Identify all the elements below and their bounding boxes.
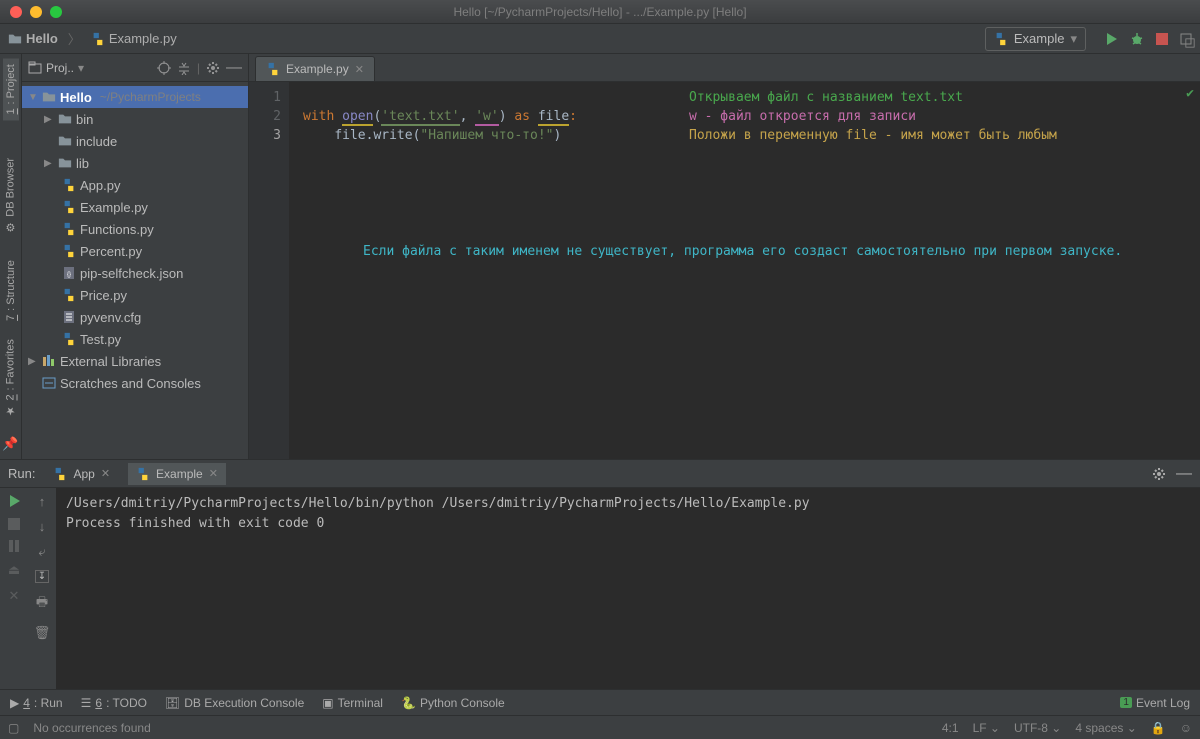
collapse-all-icon[interactable]: [177, 61, 191, 75]
tree-file[interactable]: Percent.py: [22, 240, 248, 262]
tool-python-console[interactable]: 🐍 Python Console: [401, 696, 505, 710]
scroll-to-end-icon[interactable]: ↧: [35, 570, 49, 583]
line-separator[interactable]: LF ⌄: [973, 721, 1000, 735]
window-titlebar: Hello [~/PycharmProjects/Hello] - .../Ex…: [0, 0, 1200, 24]
run-button[interactable]: [1104, 32, 1118, 46]
close-tab-icon[interactable]: ✕: [355, 63, 364, 76]
file-encoding[interactable]: UTF-8 ⌄: [1014, 721, 1061, 735]
stop-button[interactable]: [1156, 33, 1168, 45]
breadcrumb-separator: 〉: [68, 29, 81, 48]
run-tab-example[interactable]: Example✕: [128, 463, 226, 485]
run-tool-window: Run: App✕ Example✕ — ⏏ ✕ ↑ ↓ ⤶ ↧ 🖶 🗑 /: [0, 459, 1200, 689]
run-panel-label: Run:: [8, 466, 35, 481]
bottom-tool-strip: ▶ 4: Run ☰ 6: TODO 🗄 DB Execution Consol…: [0, 689, 1200, 715]
window-minimize[interactable]: [30, 6, 42, 18]
pause-icon[interactable]: [8, 540, 20, 552]
tree-file[interactable]: Functions.py: [22, 218, 248, 240]
run-console[interactable]: /Users/dmitriy/PycharmProjects/Hello/bin…: [56, 488, 1200, 689]
console-line: /Users/dmitriy/PycharmProjects/Hello/bin…: [66, 494, 1190, 514]
tree-file[interactable]: Test.py: [22, 328, 248, 350]
window-close[interactable]: [10, 6, 22, 18]
close-icon[interactable]: ✕: [209, 467, 218, 480]
tree-file[interactable]: {}pip-selfcheck.json: [22, 262, 248, 284]
tree-folder-lib[interactable]: ▶lib: [22, 152, 248, 174]
tool-db-console[interactable]: 🗄 DB Execution Console: [165, 696, 304, 710]
down-arrow-icon[interactable]: ↓: [39, 519, 46, 534]
svg-text:{}: {}: [67, 272, 71, 278]
tree-file[interactable]: Price.py: [22, 284, 248, 306]
tree-file[interactable]: App.py: [22, 174, 248, 196]
breadcrumb-file[interactable]: Example.py: [91, 31, 177, 46]
search-everywhere-button[interactable]: [1180, 33, 1192, 45]
annotation-write-mode: w - файл откроется для записи: [689, 107, 916, 126]
tree-scratches[interactable]: Scratches and Consoles: [22, 372, 248, 394]
console-line: Process finished with exit code 0: [66, 514, 1190, 534]
tool-tab-db-browser[interactable]: ⚙DB Browser: [2, 152, 19, 240]
rerun-icon[interactable]: [7, 494, 21, 508]
event-log[interactable]: 1 Event Log: [1120, 696, 1190, 710]
pin-icon[interactable]: 📌: [2, 436, 18, 452]
editor-gutter[interactable]: 1 2 3: [249, 82, 289, 459]
run-config-selector[interactable]: Example ▾: [985, 27, 1086, 51]
tree-external-libs[interactable]: ▶External Libraries: [22, 350, 248, 372]
tool-terminal[interactable]: ▣ Terminal: [322, 696, 383, 710]
breadcrumb-project[interactable]: Hello: [8, 31, 58, 46]
inspection-ok-icon[interactable]: ✔: [1186, 86, 1194, 101]
annotation-auto-create: Если файла с таким именем не существует,…: [363, 242, 1122, 261]
close-icon[interactable]: ✕: [9, 588, 20, 604]
breadcrumb-project-label: Hello: [26, 31, 58, 46]
run-config-label: Example: [1014, 31, 1065, 46]
editor-tab-example[interactable]: Example.py ✕: [255, 56, 375, 81]
window-zoom[interactable]: [50, 6, 62, 18]
tool-tab-structure[interactable]: 7: Structure: [3, 254, 19, 327]
tree-folder-include[interactable]: include: [22, 130, 248, 152]
tool-todo[interactable]: ☰ 6: TODO: [81, 696, 147, 710]
annotation-open-file: Открываем файл с названием text.txt: [689, 88, 963, 107]
project-tree[interactable]: ▼ Hello ~/PycharmProjects ▶bin include ▶…: [22, 82, 248, 459]
hide-panel-icon[interactable]: —: [1176, 465, 1192, 483]
tree-file[interactable]: pyvenv.cfg: [22, 306, 248, 328]
tree-root[interactable]: ▼ Hello ~/PycharmProjects: [22, 86, 248, 108]
soft-wrap-icon[interactable]: ⤶: [38, 544, 45, 560]
debug-button[interactable]: [1130, 32, 1144, 46]
exit-icon[interactable]: ⏏: [8, 562, 20, 578]
tool-tab-project[interactable]: 1: Project: [3, 58, 19, 120]
project-panel-title: Proj..: [46, 61, 74, 75]
nav-bar: Hello 〉 Example.py Example ▾: [0, 24, 1200, 54]
run-left-toolbar: ⏏ ✕: [0, 488, 28, 689]
caret-position[interactable]: 4:1: [942, 721, 959, 735]
print-icon[interactable]: 🖶: [36, 593, 48, 615]
left-tool-strip: 1: Project ⚙DB Browser 7: Structure ★2: …: [0, 54, 22, 459]
tool-tab-favorites[interactable]: ★2: Favorites: [2, 333, 19, 423]
locate-icon[interactable]: [157, 61, 171, 75]
window-title: Hello [~/PycharmProjects/Hello] - .../Ex…: [453, 5, 746, 19]
code-content[interactable]: with open('text.txt', 'w') as file: file…: [289, 82, 1200, 459]
inspector-icon[interactable]: ☺: [1180, 721, 1192, 735]
tool-run[interactable]: ▶ 4: Run: [10, 696, 63, 710]
run-tab-app[interactable]: App✕: [45, 463, 118, 485]
hide-panel-icon[interactable]: —: [226, 59, 242, 77]
code-editor[interactable]: 1 2 3 with open('text.txt', 'w') as file…: [249, 82, 1200, 459]
project-tool-window: Proj.. ▾ | — ▼ Hello ~/PycharmProjects ▶…: [22, 54, 249, 459]
trash-icon[interactable]: 🗑: [34, 625, 51, 641]
up-arrow-icon[interactable]: ↑: [39, 494, 46, 509]
close-icon[interactable]: ✕: [101, 467, 110, 480]
tree-folder-bin[interactable]: ▶bin: [22, 108, 248, 130]
tool-windows-icon[interactable]: ▢: [8, 721, 19, 735]
breadcrumb-file-label: Example.py: [109, 31, 177, 46]
status-message: No occurrences found: [33, 721, 928, 735]
stop-icon[interactable]: [8, 518, 20, 530]
editor-area: Example.py ✕ 1 2 3 with open('text.txt',…: [249, 54, 1200, 459]
run-left-toolbar-2: ↑ ↓ ⤶ ↧ 🖶 🗑: [28, 488, 56, 689]
indent-settings[interactable]: 4 spaces ⌄: [1075, 721, 1136, 735]
tree-file[interactable]: Example.py: [22, 196, 248, 218]
gear-icon[interactable]: [1152, 467, 1166, 481]
gear-icon[interactable]: [206, 61, 220, 75]
editor-tab-label: Example.py: [286, 62, 349, 76]
lock-icon[interactable]: 🔒: [1151, 721, 1166, 735]
annotation-variable: Положи в переменную file - имя может быт…: [689, 126, 1057, 145]
status-bar: ▢ No occurrences found 4:1 LF ⌄ UTF-8 ⌄ …: [0, 715, 1200, 739]
